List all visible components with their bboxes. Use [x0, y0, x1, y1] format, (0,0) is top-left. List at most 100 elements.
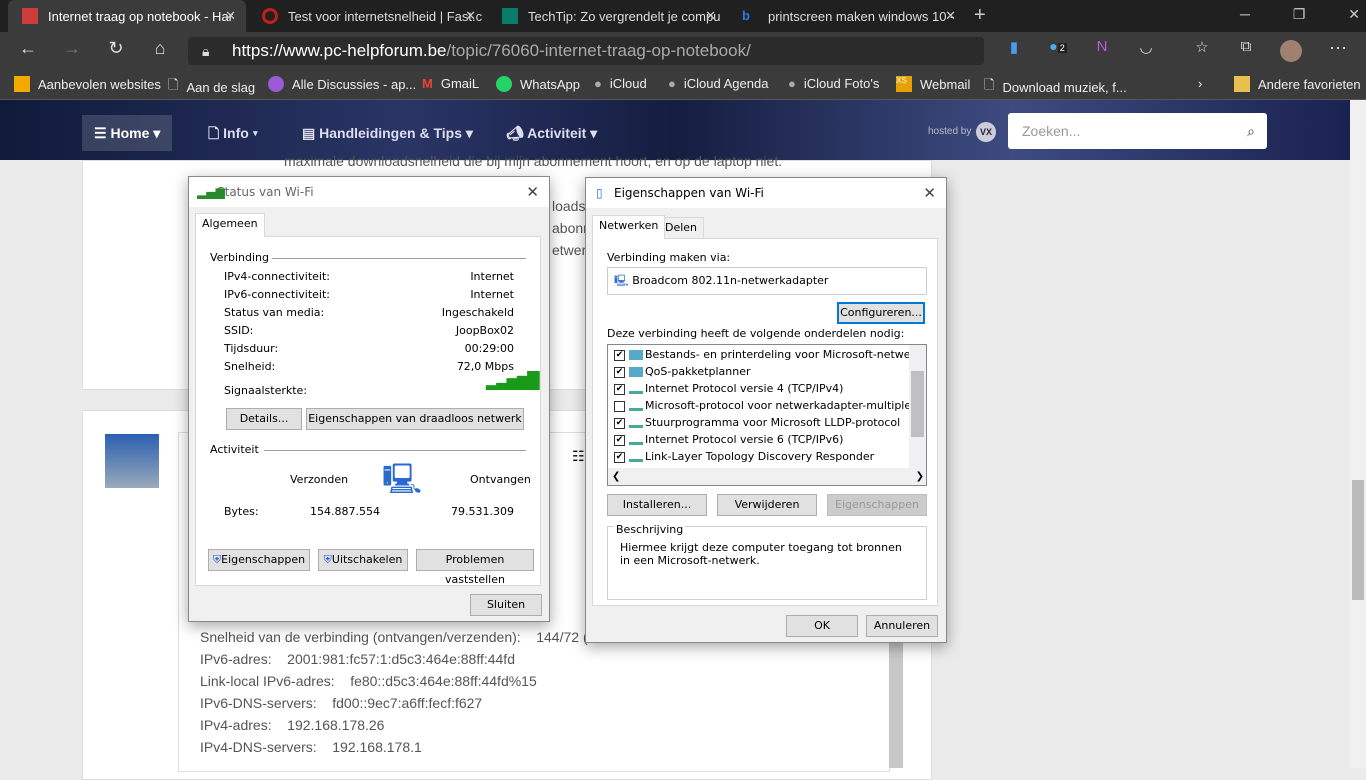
collections-icon[interactable]: ⧉ — [1234, 38, 1258, 55]
more-menu-icon[interactable]: ⋯ — [1326, 38, 1350, 59]
network-adapter-icon: ▯ — [596, 186, 603, 200]
other-favorites[interactable]: Andere favorieten — [1234, 76, 1361, 92]
checkbox[interactable]: ✔ — [614, 383, 625, 395]
protocol-icon — [629, 418, 643, 428]
scrollbar-thumb[interactable] — [1352, 480, 1364, 600]
search-icon[interactable]: ⌕ — [1247, 113, 1255, 149]
back-button[interactable]: ← — [16, 38, 40, 59]
list-item[interactable]: ✔ Bestands- en printerdeling voor Microso… — [614, 348, 926, 361]
details-button[interactable]: Details... — [226, 408, 302, 430]
favicon — [22, 8, 38, 24]
configure-button[interactable]: Configureren... — [837, 302, 925, 324]
checkbox[interactable]: ✔ — [614, 434, 625, 446]
component-properties-button[interactable]: Eigenschappen — [827, 494, 927, 516]
address-bar[interactable]: 🔒︎ https://www.pc-helpforum.be/topic/7606… — [188, 37, 984, 65]
wireless-properties-button[interactable]: Eigenschappen van draadloos netwerk — [306, 408, 524, 430]
vertical-scrollbar[interactable] — [909, 345, 926, 469]
close-icon[interactable]: ✕ — [923, 178, 936, 208]
bookmark[interactable]: XS Webmail — [896, 76, 970, 92]
tab-algemeen[interactable]: Algemeen — [195, 213, 265, 237]
avatar[interactable] — [1280, 40, 1302, 62]
checkbox[interactable]: ✔ — [614, 349, 625, 361]
checkbox[interactable]: ✔ — [614, 451, 625, 463]
checkbox[interactable]: ✔ — [614, 366, 625, 378]
list-item[interactable]: ✔ Internet Protocol versie 6 (TCP/IPv6) — [614, 433, 843, 446]
cancel-button[interactable]: Annuleren — [866, 615, 938, 637]
list-item[interactable]: Microsoft-protocol voor netwerkadapter-m… — [614, 399, 926, 412]
sent-label: Verzonden — [290, 473, 349, 486]
disable-button[interactable]: ⛨Uitschakelen — [318, 549, 408, 571]
close-window-button[interactable]: ✕ — [1348, 6, 1360, 23]
page-icon: 🗋 — [168, 77, 179, 92]
checkbox[interactable] — [614, 400, 625, 412]
minimize-button[interactable]: ─ — [1240, 6, 1250, 23]
diagnose-button[interactable]: Problemen vaststellen — [416, 549, 534, 586]
list-item[interactable]: ✔ Internet Protocol versie 4 (TCP/IPv4) — [614, 382, 843, 395]
pocket-icon[interactable]: ◡ — [1134, 38, 1158, 56]
new-tab-button[interactable]: + — [974, 4, 986, 27]
received-label: Ontvangen — [470, 473, 531, 486]
detail-label: Link-local IPv6-adres: — [200, 673, 335, 689]
bookmark[interactable]: WhatsApp — [496, 76, 580, 92]
tab-printscreen[interactable]: b printscreen maken windows 10 - ✕ — [728, 0, 966, 32]
tab-panel: Verbinding maken via: 🖳︎ Broadcom 802.11… — [592, 238, 938, 606]
field-label: Deze verbinding heeft de volgende onderd… — [607, 327, 905, 340]
tab-internet-traag[interactable]: Internet traag op notebook - Har ✕ — [8, 0, 246, 32]
home-button[interactable]: ⌂ — [148, 38, 172, 59]
menu-handleidingen[interactable]: ▤ Handleidingen & Tips ▾ — [290, 115, 485, 151]
bookmark[interactable]: Alle Discussies - ap... — [268, 76, 416, 92]
close-tab-icon[interactable]: ✕ — [705, 8, 716, 24]
shield-icon: ⛨ — [212, 553, 222, 566]
tab-techtip[interactable]: TechTip: Zo vergrendelt je compu ✕ — [488, 0, 726, 32]
bookmark[interactable]: M GmaiL — [422, 76, 479, 91]
list-item[interactable]: ✔ QoS-pakketplanner — [614, 365, 751, 378]
bing-icon — [14, 76, 30, 92]
wifi-status-dialog: ▂▄▆ Status van Wi-Fi ✕ Algemeen Verbinding… — [188, 176, 550, 622]
menu-home[interactable]: ☰ Home ▾ — [82, 115, 173, 151]
refresh-button[interactable]: ↻ — [104, 38, 128, 59]
menu-activiteit[interactable]: 📣︎ Activiteit ▾ — [494, 115, 609, 151]
components-list[interactable]: ✔ Bestands- en printerdeling voor Microso… — [607, 344, 927, 486]
bookmark[interactable]: 🗋 Download muziek, f... — [984, 76, 1127, 98]
search-input[interactable]: Zoeken... ⌕ — [1008, 113, 1267, 149]
close-icon[interactable]: ✕ — [526, 177, 539, 207]
extension-icon[interactable]: ▮ — [1002, 38, 1026, 56]
extension-icon[interactable]: ● 2 — [1046, 38, 1070, 54]
close-tab-icon[interactable]: ✕ — [225, 8, 236, 24]
network-adapter-icon: 🖳︎ — [614, 274, 629, 287]
bookmark[interactable]: ● iCloud Foto's — [788, 76, 879, 91]
row-label: SSID: — [224, 324, 254, 337]
restore-button[interactable]: ❐ — [1293, 6, 1306, 23]
onenote-icon[interactable]: N — [1090, 38, 1114, 55]
section-heading: Beschrijving — [614, 523, 686, 536]
bookmark[interactable]: ● iCloud Agenda — [668, 76, 768, 91]
hosted-by-label: hosted by — [928, 126, 972, 137]
horizontal-scrollbar[interactable]: ❮ ❯ — [608, 468, 926, 485]
bookmark[interactable]: ● iCloud — [594, 76, 647, 91]
more-bookmarks-chevron-icon[interactable]: › — [1198, 76, 1202, 91]
close-tab-icon[interactable]: ✕ — [465, 8, 476, 24]
ok-button[interactable]: OK — [786, 615, 858, 637]
lock-icon: 🔒︎ — [202, 43, 210, 59]
scrollbar-thumb[interactable] — [911, 371, 924, 437]
avatar[interactable] — [105, 434, 159, 488]
list-item[interactable]: ✔ Stuurprogramma voor Microsoft LLDP-prot… — [614, 416, 900, 429]
scroll-left-icon[interactable]: ❮ — [612, 468, 620, 485]
tab-netwerken[interactable]: Netwerken — [592, 215, 666, 239]
remove-button[interactable]: Verwijderen — [717, 494, 817, 516]
page-scrollbar[interactable] — [1350, 100, 1366, 768]
close-tab-icon[interactable]: ✕ — [945, 8, 956, 24]
tab-fast[interactable]: Test voor internetsnelheid | Fast.c ✕ — [248, 0, 486, 32]
scroll-right-icon[interactable]: ❯ — [916, 468, 924, 485]
close-button[interactable]: Sluiten — [470, 594, 542, 616]
bookmark[interactable]: Aanbevolen websites — [14, 76, 161, 92]
menu-info[interactable]: 🗋 Info ▾ — [196, 115, 270, 151]
properties-button[interactable]: ⛨Eigenschappen — [208, 549, 310, 571]
list-item[interactable]: ✔ Link-Layer Topology Discovery Responder — [614, 450, 874, 463]
list-icon[interactable]: ☷ — [572, 448, 585, 465]
install-button[interactable]: Installeren... — [607, 494, 707, 516]
favorites-icon[interactable]: ☆ — [1190, 38, 1214, 56]
checkbox[interactable]: ✔ — [614, 417, 625, 429]
forward-button[interactable]: → — [60, 38, 84, 59]
bookmark[interactable]: 🗋 Aan de slag — [168, 76, 255, 98]
